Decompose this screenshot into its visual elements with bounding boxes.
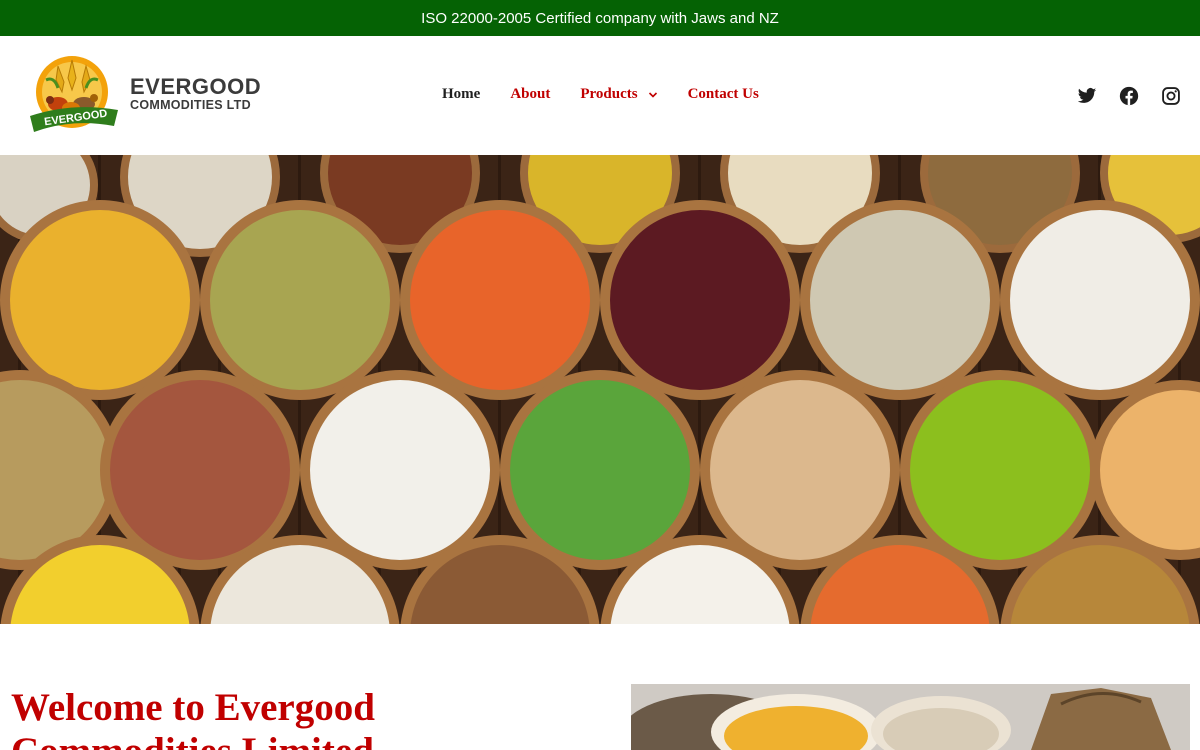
nav-products-label: Products — [580, 86, 638, 102]
main-navigation: Home About Products Contact Us — [442, 86, 789, 103]
site-header: EVERGOOD EVERGOOD COMMODITIES LTD Home A… — [0, 36, 1200, 155]
chevron-down-icon — [648, 91, 657, 98]
site-logo[interactable]: EVERGOOD EVERGOOD COMMODITIES LTD — [24, 52, 274, 136]
social-links — [1077, 86, 1181, 106]
nav-home[interactable]: Home — [442, 86, 480, 103]
nav-contact-us[interactable]: Contact Us — [688, 86, 759, 103]
instagram-icon[interactable] — [1161, 86, 1181, 106]
logo-wordmark: EVERGOOD COMMODITIES LTD — [130, 73, 262, 113]
certification-banner: ISO 22000-2005 Certified company with Ja… — [0, 0, 1200, 36]
logo-name: EVERGOOD — [130, 73, 262, 99]
logo-subtitle: COMMODITIES LTD — [130, 97, 251, 112]
facebook-icon[interactable] — [1119, 86, 1139, 106]
certification-text: ISO 22000-2005 Certified company with Ja… — [421, 9, 779, 27]
product-photo — [631, 684, 1190, 750]
twitter-icon[interactable] — [1077, 86, 1097, 106]
hero-grains-image — [0, 155, 1200, 624]
welcome-heading: Welcome to Evergood Commodities Limited — [11, 686, 375, 750]
nav-products[interactable]: Products — [580, 86, 657, 103]
logo-emblem: EVERGOOD — [24, 52, 124, 136]
nav-about[interactable]: About — [510, 86, 550, 103]
